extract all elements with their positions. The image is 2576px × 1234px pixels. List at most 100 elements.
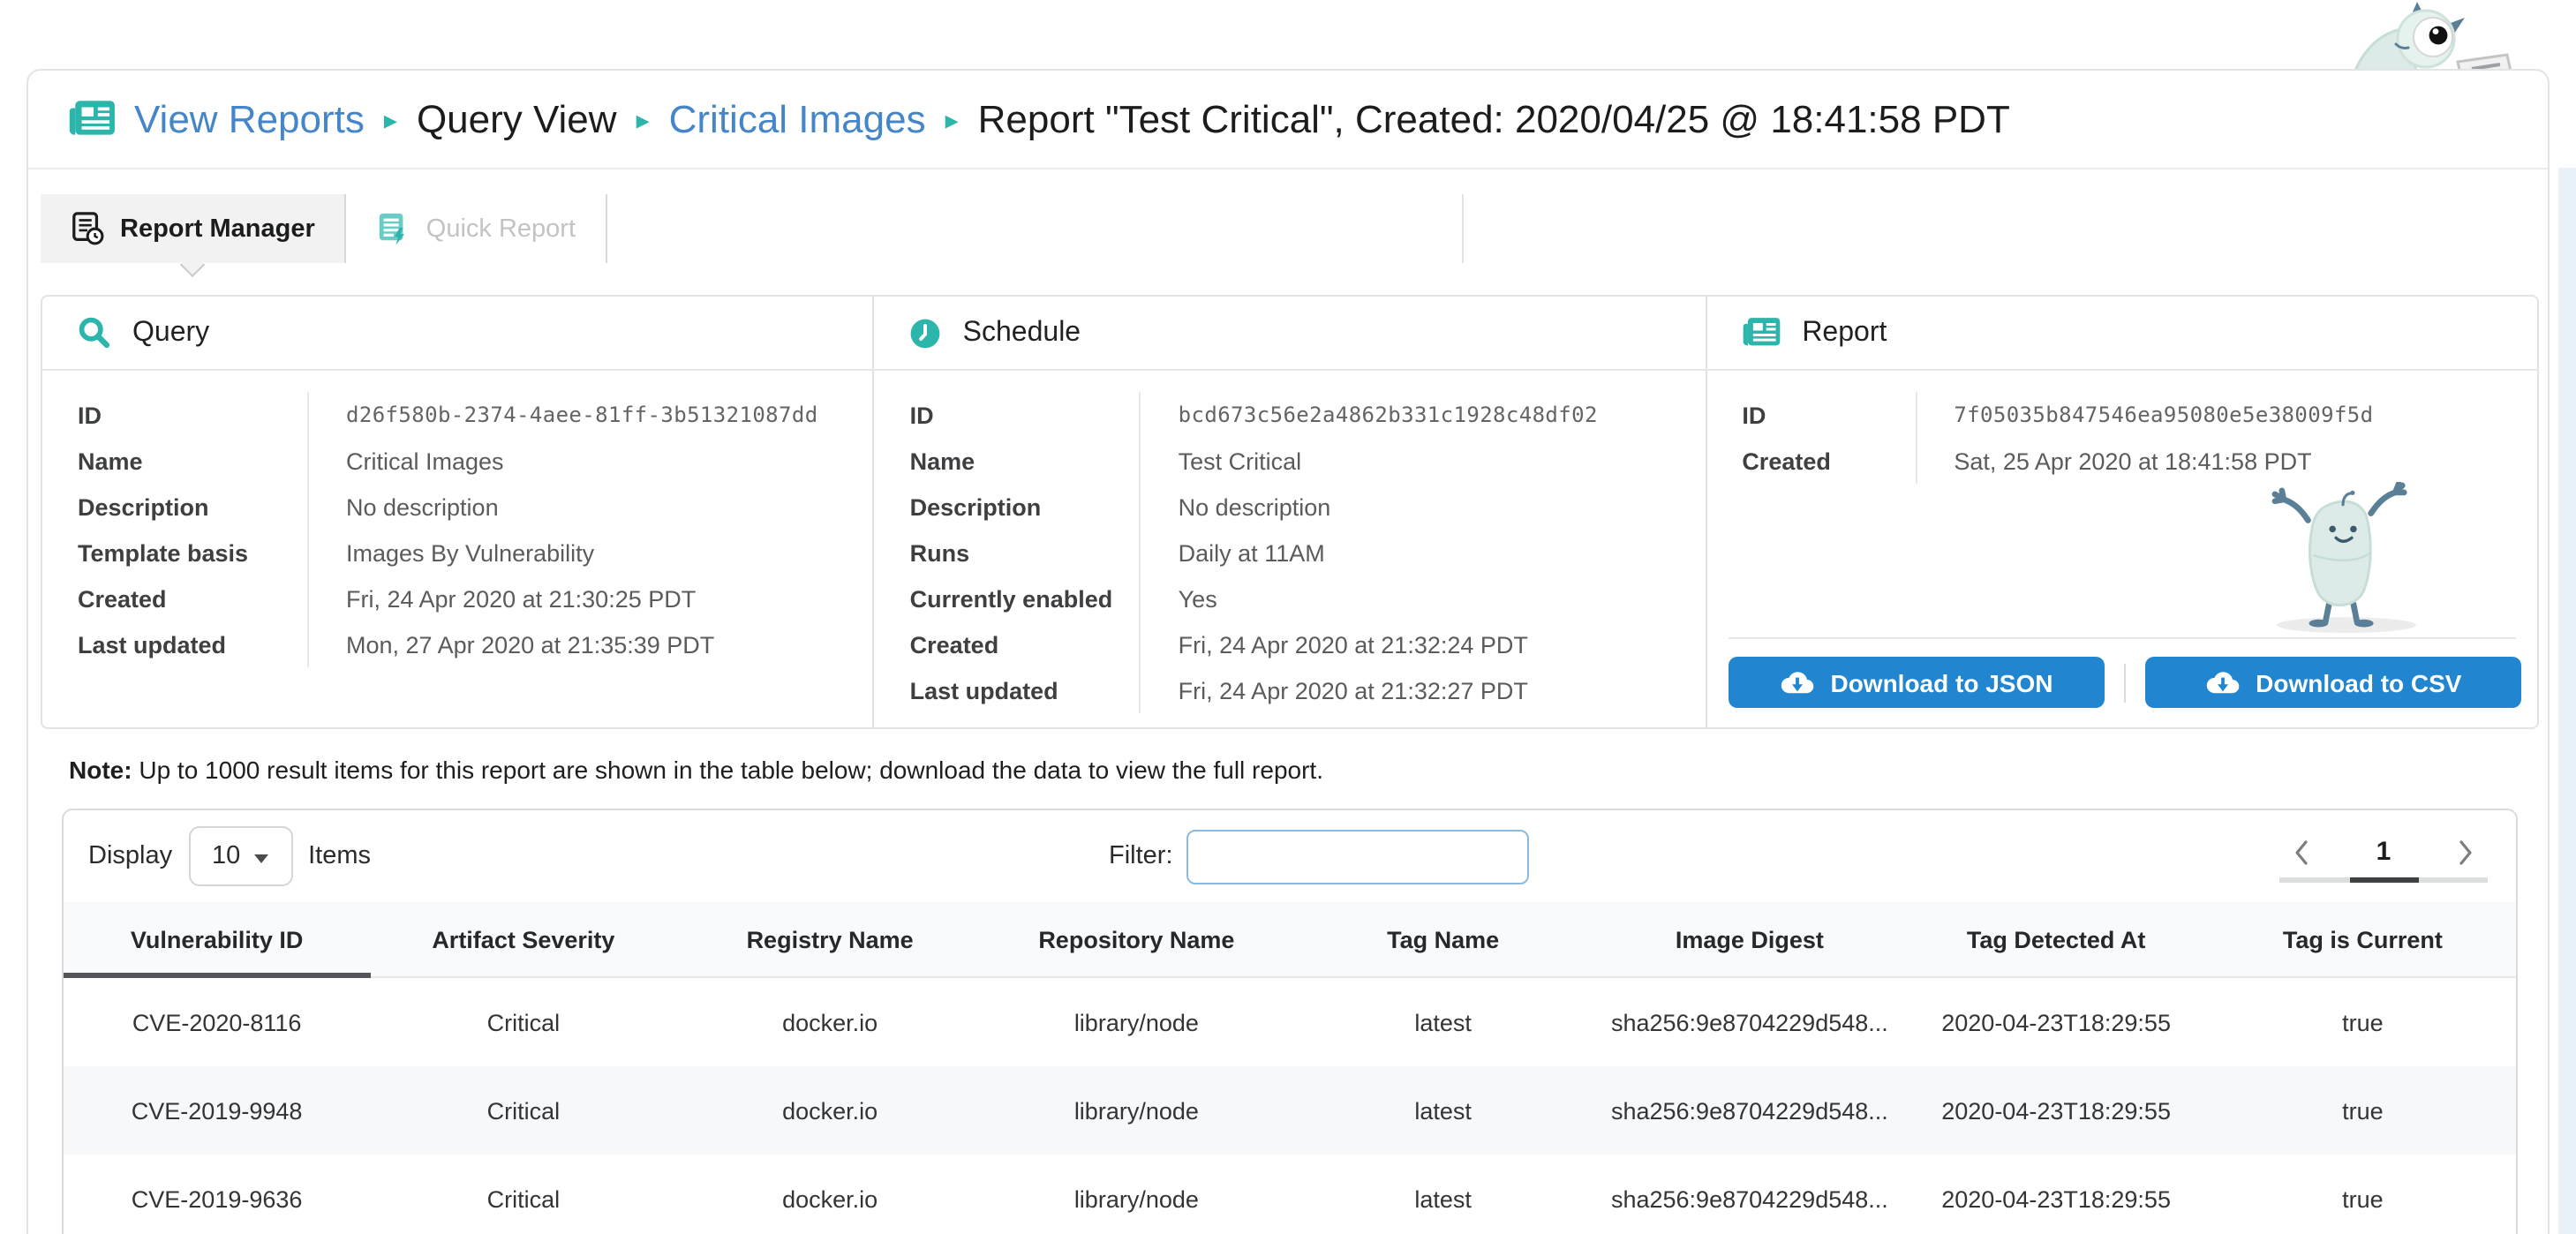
current-page-number[interactable]: 1 (2376, 837, 2391, 867)
field-value: Fri, 24 Apr 2020 at 21:32:24 PDT (1140, 621, 1706, 667)
field-value: 7f05035b847546ea95080e5e38009f5d (1915, 392, 2537, 438)
column-header-vulnerability-id[interactable]: Vulnerability ID (64, 902, 370, 976)
column-header-tag-name[interactable]: Tag Name (1290, 902, 1596, 976)
query-panel-header: Query (42, 297, 873, 371)
field-value: Fri, 24 Apr 2020 at 21:30:25 PDT (307, 576, 873, 621)
next-page-button[interactable] (2454, 838, 2477, 866)
breadcrumb-view-reports[interactable]: View Reports (134, 96, 365, 142)
breadcrumb: View Reports ▸ Query View ▸ Critical Ima… (28, 71, 2548, 169)
download-csv-button[interactable]: Download to CSV (2145, 657, 2521, 708)
field-value: Daily at 11AM (1140, 530, 1706, 576)
items-per-page-dropdown[interactable]: 10 (188, 826, 292, 886)
field-label: Last updated (42, 621, 307, 667)
download-json-button[interactable]: Download to JSON (1728, 657, 2104, 708)
pagination-thumb[interactable] (2350, 877, 2419, 882)
chevron-right-icon: ▸ (944, 103, 960, 135)
table-controls: Display 10 Items Filter: (64, 810, 2516, 902)
field-row: Created Fri, 24 Apr 2020 at 21:30:25 PDT (42, 576, 873, 621)
query-panel-rows: ID d26f580b-2374-4aee-81ff-3b51321087dd … (42, 371, 873, 667)
column-header-tag-is-current[interactable]: Tag is Current (2210, 902, 2516, 976)
cell-repository-name: library/node (983, 978, 1290, 1066)
cell-tag-name: latest (1290, 1066, 1596, 1155)
cell-tag-name: latest (1290, 1155, 1596, 1234)
field-row: ID 7f05035b847546ea95080e5e38009f5d (1706, 392, 2537, 438)
mascot-waving-illustration (2253, 482, 2440, 636)
cell-tag-detected-at: 2020-04-23T18:29:55 (1903, 978, 2210, 1066)
pagination: 1 (2279, 826, 2488, 882)
filter-input[interactable] (1187, 829, 1530, 884)
cell-vulnerability-id: CVE-2019-9948 (64, 1066, 370, 1155)
field-value: Images By Vulnerability (307, 530, 873, 576)
main-card: View Reports ▸ Query View ▸ Critical Ima… (26, 69, 2550, 1234)
tab-report-manager[interactable]: Report Manager (41, 194, 347, 263)
cell-vulnerability-id: CVE-2019-9636 (64, 1155, 370, 1234)
report-panel: Report ID 7f05035b847546ea95080e5e38009f… (1705, 297, 2537, 727)
tab-label: Quick Report (426, 214, 576, 243)
cell-vulnerability-id: CVE-2020-8116 (64, 978, 370, 1066)
pagination-row: 1 (2279, 826, 2488, 877)
cell-artifact-severity: Critical (370, 978, 676, 1066)
button-separator (2124, 663, 2126, 702)
summary-panels: Query ID d26f580b-2374-4aee-81ff-3b51321… (41, 295, 2539, 729)
note-body: Up to 1000 result items for this report … (132, 756, 1323, 784)
field-row: Last updated Fri, 24 Apr 2020 at 21:32:2… (875, 667, 1706, 713)
field-row: Created Fri, 24 Apr 2020 at 21:32:24 PDT (875, 621, 1706, 667)
field-value: Fri, 24 Apr 2020 at 21:32:27 PDT (1140, 667, 1706, 713)
caret-down-icon (254, 854, 268, 862)
breadcrumb-query-view: Query View (417, 96, 617, 142)
cell-repository-name: library/node (983, 1066, 1290, 1155)
cell-tag-name: latest (1290, 978, 1596, 1066)
field-label: Created (1706, 438, 1915, 484)
table-row: CVE-2020-8116 Critical docker.io library… (64, 978, 2516, 1066)
button-label: Download to CSV (2256, 668, 2461, 696)
column-header-registry-name[interactable]: Registry Name (677, 902, 983, 976)
breadcrumb-report-title: Report "Test Critical", Created: 2020/04… (978, 96, 2010, 142)
quick-report-icon (377, 212, 411, 245)
cell-image-digest: sha256:9e8704229d548... (1596, 1155, 1902, 1234)
cell-artifact-severity: Critical (370, 1155, 676, 1234)
cell-image-digest: sha256:9e8704229d548... (1596, 1066, 1902, 1155)
field-row: Name Test Critical (875, 438, 1706, 484)
cloud-download-icon (1779, 669, 1814, 696)
column-header-artifact-severity[interactable]: Artifact Severity (370, 902, 676, 976)
vertical-scrollbar[interactable] (2558, 168, 2576, 1234)
report-view-screen: View Reports ▸ Query View ▸ Critical Ima… (0, 0, 2576, 1234)
field-value: bcd673c56e2a4862b331c1928c48df02 (1140, 392, 1706, 438)
tab-quick-report[interactable]: Quick Report (347, 194, 607, 263)
cell-tag-detected-at: 2020-04-23T18:29:55 (1903, 1155, 2210, 1234)
display-count-control: Display 10 Items (88, 826, 371, 886)
previous-page-button[interactable] (2290, 838, 2313, 866)
column-header-tag-detected-at[interactable]: Tag Detected At (1903, 902, 2210, 976)
reports-icon (69, 99, 117, 139)
column-header-image-digest[interactable]: Image Digest (1596, 902, 1902, 976)
items-per-page-value: 10 (212, 842, 240, 870)
field-row: Last updated Mon, 27 Apr 2020 at 21:35:3… (42, 621, 873, 667)
tab-bar: Report Manager Quick Report (41, 194, 1464, 263)
results-table-card: Display 10 Items Filter: (62, 809, 2518, 1234)
schedule-panel-rows: ID bcd673c56e2a4862b331c1928c48df02 Name… (875, 371, 1706, 713)
cloud-download-icon (2204, 669, 2240, 696)
button-label: Download to JSON (1830, 668, 2053, 696)
cell-repository-name: library/node (983, 1155, 1290, 1234)
field-row: ID d26f580b-2374-4aee-81ff-3b51321087dd (42, 392, 873, 438)
field-value: Yes (1140, 576, 1706, 621)
note-prefix: Note: (69, 756, 132, 784)
field-label: Runs (875, 530, 1140, 576)
cell-tag-is-current: true (2210, 978, 2516, 1066)
table-row: CVE-2019-9948 Critical docker.io library… (64, 1066, 2516, 1155)
breadcrumb-critical-images[interactable]: Critical Images (669, 96, 926, 142)
field-row: Template basis Images By Vulnerability (42, 530, 873, 576)
field-label: Description (42, 484, 307, 530)
field-label: ID (1706, 392, 1915, 438)
column-header-repository-name[interactable]: Repository Name (983, 902, 1290, 976)
cell-registry-name: docker.io (677, 1155, 983, 1234)
field-row: Runs Daily at 11AM (875, 530, 1706, 576)
report-panel-rows: ID 7f05035b847546ea95080e5e38009f5d Crea… (1706, 371, 2537, 484)
chevron-right-icon: ▸ (635, 103, 652, 135)
field-value: No description (307, 484, 873, 530)
note-text: Note: Up to 1000 result items for this r… (69, 756, 1323, 784)
table-row: CVE-2019-9636 Critical docker.io library… (64, 1155, 2516, 1234)
search-icon (78, 316, 111, 350)
field-label: Name (42, 438, 307, 484)
tab-bar-filler (607, 194, 1464, 263)
